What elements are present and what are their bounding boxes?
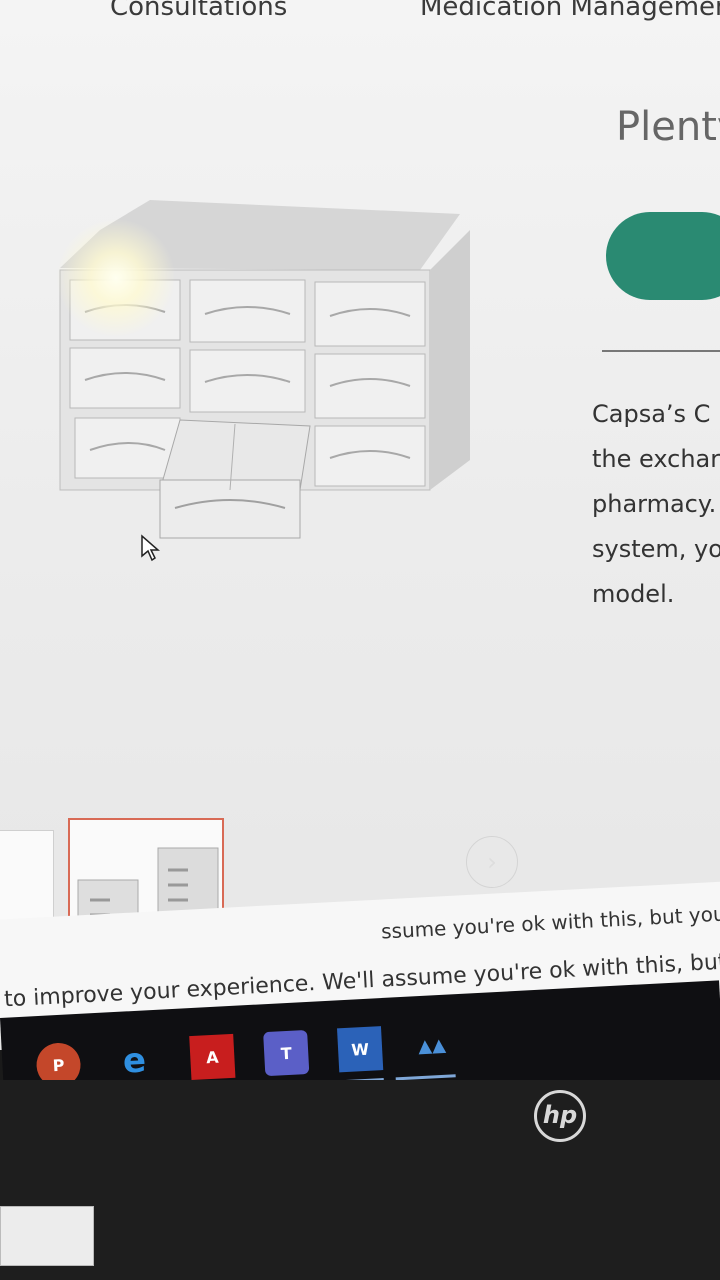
teams-icon[interactable]: T [263,1029,310,1077]
paragraph-line: the exchar [592,445,720,473]
acrobat-icon[interactable]: A [189,1033,236,1081]
divider [602,350,720,352]
desk-paper [0,1206,94,1266]
carousel-next-icon[interactable]: › [466,836,518,888]
paragraph-line: system, yo [592,535,720,563]
mouse-cursor-icon [141,534,160,562]
cookie-text: ssume you're ok with this, but you [380,901,720,944]
section-heading: Plenty [616,104,720,150]
light-glare [56,218,176,338]
description-paragraph: Capsa’s C the exchar pharmacy. system, y… [592,392,720,617]
hp-logo: hp [534,1090,586,1142]
nav-link-medication-management[interactable]: Medication Managemen [420,0,720,22]
nav-link-consultations[interactable]: Consultations [110,0,287,22]
paragraph-line: model. [592,580,675,608]
chart-app-icon[interactable]: ▲▲ [409,1022,455,1068]
edge-icon[interactable]: e [111,1038,157,1084]
paragraph-line: pharmacy. [592,490,717,518]
word-icon[interactable]: W [337,1026,384,1073]
paragraph-line: Capsa’s C [592,400,711,428]
monitor-bezel [0,1080,720,1280]
primary-cta-button[interactable] [606,212,720,300]
